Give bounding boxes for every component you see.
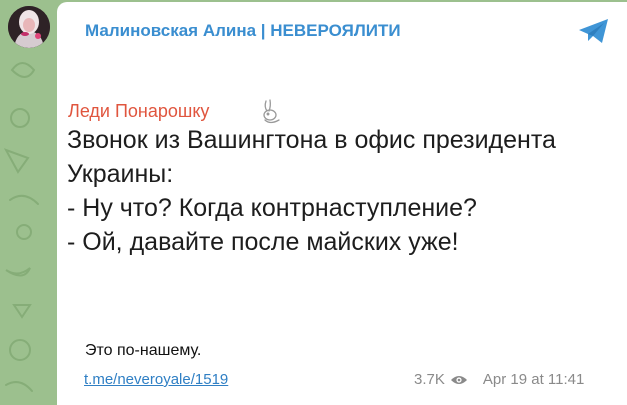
eye-icon: [450, 375, 467, 384]
rabbit-icon: [263, 99, 280, 124]
quote-line: Звонок из Вашингтона в офис президента: [67, 126, 556, 154]
quote-line: Украины:: [67, 160, 174, 188]
quote-line: - Ой, давайте после майских уже!: [67, 228, 459, 256]
post-meta: 3.7K Apr 19 at 11:41: [414, 371, 584, 388]
channel-avatar[interactable]: [8, 6, 50, 48]
channel-title[interactable]: Малиновская Алина | НЕВЕРОЯЛИТИ: [85, 21, 401, 41]
post-image[interactable]: Леди Понарошку Звонок из Вашингтона в оф…: [57, 90, 627, 280]
post-date: Apr 19 at 11:41: [482, 371, 585, 388]
message-bubble: Малиновская Алина | НЕВЕРОЯЛИТИ Леди Пон…: [57, 2, 627, 405]
telegram-plane-icon[interactable]: [577, 16, 611, 46]
quote-line: - Ну что? Когда контрнаступление?: [67, 194, 477, 222]
post-link[interactable]: t.me/neveroyale/1519: [84, 371, 228, 388]
post-caption: Это по-нашему.: [85, 342, 202, 359]
view-count: 3.7K: [414, 371, 445, 388]
quote-author: Леди Понарошку: [68, 101, 210, 121]
